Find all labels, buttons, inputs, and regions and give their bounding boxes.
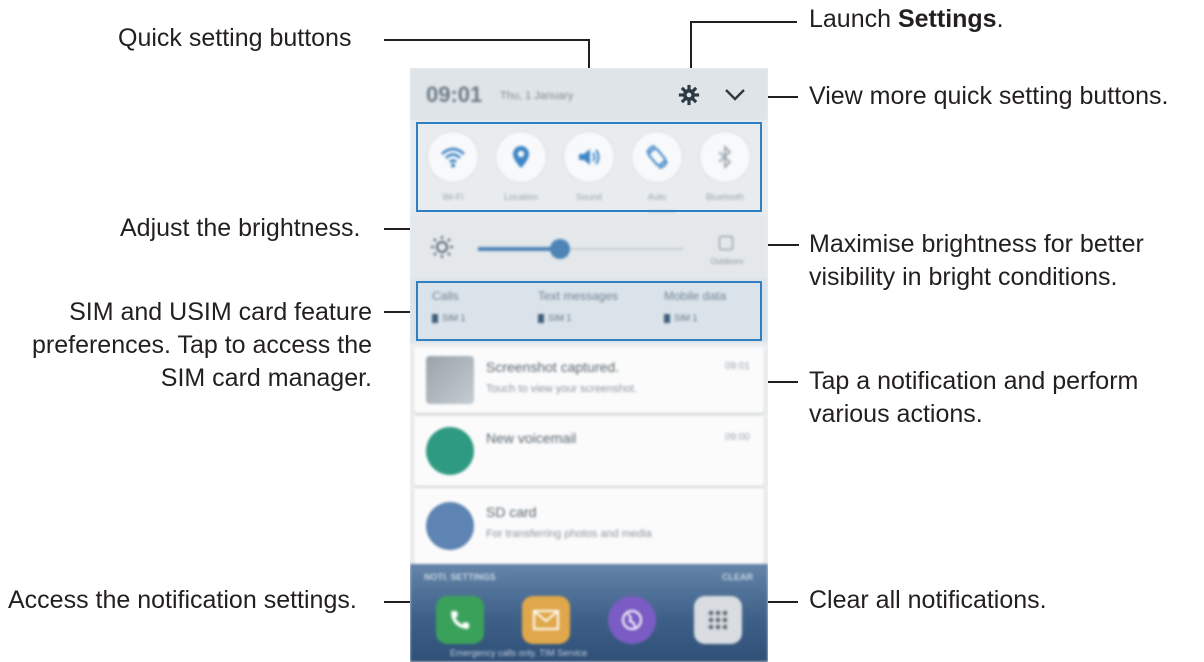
clear-button[interactable]: CLEAR [722,572,753,582]
leader-line [690,21,797,23]
internet-app-icon[interactable] [608,596,656,644]
emergency-note: Emergency calls only. TIM Service [450,648,588,658]
status-time: 09:01 [426,82,483,107]
brightness-icon [431,236,453,258]
notification-settings-button[interactable]: NOTI. SETTINGS [424,572,496,582]
voicemail-icon [426,427,474,475]
quick-settings-highlight [416,122,762,212]
envelope-icon [533,610,559,630]
brightness-fill [478,247,560,251]
callout-view-more: View more quick setting buttons. [809,82,1169,110]
notification-panel: 09:01 Thu, 1 January Wi-Fi Location Soun… [410,68,768,662]
notification-sd-card[interactable]: SD card For transferring photos and medi… [414,488,764,564]
status-date: Thu, 1 January [500,90,574,102]
notification-title: New voicemail [486,430,577,446]
notification-voicemail[interactable]: New voicemail 09:00 [414,416,764,486]
leader-line [384,311,412,313]
notification-time: 09:00 [724,432,750,443]
outdoor-checkbox[interactable] [719,236,733,250]
notification-subtitle: For transferring photos and media [486,528,652,540]
notification-screenshot[interactable]: Screenshot captured. Touch to view your … [414,347,764,413]
callout-clear-all: Clear all notifications. [809,586,1047,614]
phone-app-icon[interactable] [436,596,484,644]
chevron-down-icon[interactable] [724,86,746,104]
notification-subtitle: Touch to view your screenshot. [486,383,638,395]
sim-highlight [416,281,762,341]
callout-sim-1: SIM and USIM card feature [69,298,372,326]
notification-title: SD card [486,504,537,520]
callout-notification-settings: Access the notification settings. [8,586,357,614]
outdoor-label: Outdoors [710,257,744,266]
callout-quick-setting-buttons: Quick setting buttons [118,24,352,52]
callout-adjust-brightness: Adjust the brightness. [120,214,361,242]
callout-tap-notification-2: various actions. [809,400,983,428]
callout-maximise-brightness-1: Maximise brightness for better [809,230,1144,258]
callout-tap-notification-1: Tap a notification and perform [809,367,1139,395]
sd-card-icon [426,502,474,550]
notification-time: 09:01 [724,361,750,372]
screenshot-thumbnail-icon [426,356,474,404]
brightness-slider-thumb[interactable] [550,239,570,259]
callout-launch-settings: Launch Settings. [809,5,1004,33]
gear-icon[interactable] [678,84,700,106]
grid-dots-icon [708,610,728,630]
brightness-row: Outdoors [410,215,768,279]
email-app-icon[interactable] [522,596,570,644]
globe-icon [622,610,642,630]
leader-line [384,39,590,41]
home-screen-bottom: NOTI. SETTINGS CLEAR Emergency calls onl… [410,564,768,662]
callout-sim-3: SIM card manager. [160,364,372,392]
phone-icon [451,611,469,629]
apps-icon[interactable] [694,596,742,644]
notification-title: Screenshot captured. [486,359,620,375]
status-bar: 09:01 Thu, 1 January [410,68,768,120]
callout-maximise-brightness-2: visibility in bright conditions. [809,263,1118,291]
callout-sim-2: preferences. Tap to access the [31,331,372,359]
